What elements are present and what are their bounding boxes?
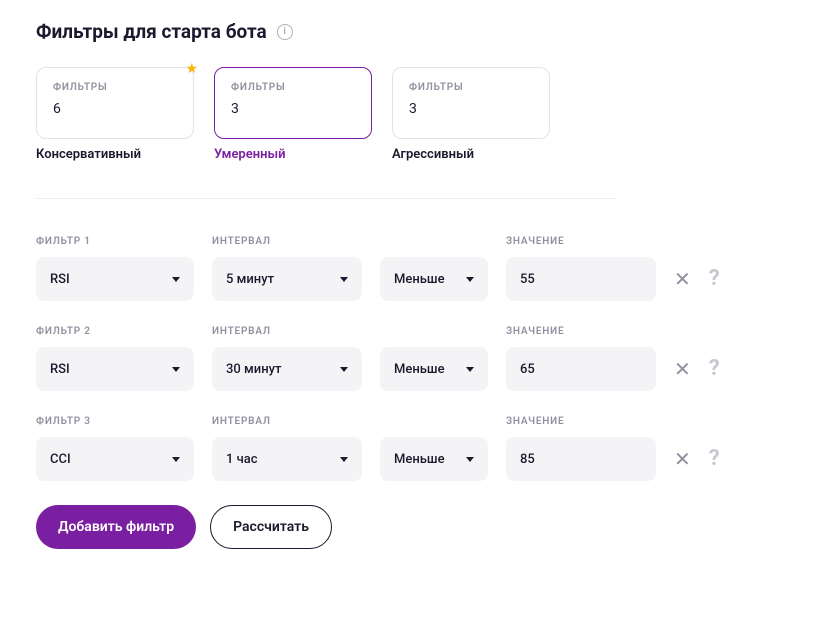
interval-value: 5 минут: [226, 272, 340, 287]
help-icon[interactable]: ?: [709, 448, 720, 470]
indicator-select[interactable]: RSI: [36, 257, 194, 301]
chevron-down-icon: [172, 277, 180, 282]
value-label: ЗНАЧЕНИЕ: [506, 236, 656, 247]
preset-card: ФИЛЬТРЫ 3: [214, 67, 372, 139]
value-label: ЗНАЧЕНИЕ: [506, 416, 656, 427]
condition-value: Меньше: [394, 452, 466, 467]
chevron-down-icon: [340, 367, 348, 372]
value-input[interactable]: [506, 347, 656, 391]
preset-count: 3: [409, 101, 533, 117]
spacer: [380, 325, 488, 337]
preset-name: Консервативный: [36, 147, 194, 162]
chevron-down-icon: [172, 457, 180, 462]
preset-aggressive[interactable]: ФИЛЬТРЫ 3 Агрессивный: [392, 67, 550, 162]
preset-count: 3: [231, 101, 355, 117]
interval-select[interactable]: 5 минут: [212, 257, 362, 301]
preset-card: ФИЛЬТРЫ 3: [392, 67, 550, 139]
preset-name: Агрессивный: [392, 147, 550, 162]
close-icon[interactable]: ✕: [674, 269, 691, 289]
add-filter-button[interactable]: Добавить фильтр: [36, 505, 196, 549]
preset-card: ★ ФИЛЬТРЫ 6: [36, 67, 194, 139]
chevron-down-icon: [172, 367, 180, 372]
interval-label: ИНТЕРВАЛ: [212, 236, 362, 247]
preset-name: Умеренный: [214, 147, 372, 162]
interval-select[interactable]: 1 час: [212, 437, 362, 481]
actions: Добавить фильтр Рассчитать: [36, 505, 777, 549]
interval-value: 1 час: [226, 452, 340, 467]
chevron-down-icon: [466, 277, 474, 282]
indicator-select[interactable]: CCI: [36, 437, 194, 481]
chevron-down-icon: [340, 457, 348, 462]
interval-label: ИНТЕРВАЛ: [212, 416, 362, 427]
value-label: ЗНАЧЕНИЕ: [506, 326, 656, 337]
interval-label: ИНТЕРВАЛ: [212, 326, 362, 337]
filter-row: ФИЛЬТР 2 RSI ИНТЕРВАЛ 30 минут Меньше ЗН…: [36, 325, 777, 391]
indicator-value: CCI: [50, 452, 172, 467]
condition-select[interactable]: Меньше: [380, 257, 488, 301]
condition-value: Меньше: [394, 362, 466, 377]
value-input[interactable]: [506, 257, 656, 301]
indicator-value: RSI: [50, 362, 172, 377]
filter-row: ФИЛЬТР 3 CCI ИНТЕРВАЛ 1 час Меньше ЗНАЧЕ…: [36, 415, 777, 481]
info-icon[interactable]: i: [277, 24, 293, 40]
preset-filters-label: ФИЛЬТРЫ: [53, 82, 177, 93]
filter-number-label: ФИЛЬТР 3: [36, 416, 194, 427]
page-title: Фильтры для старта бота: [36, 20, 267, 43]
close-icon[interactable]: ✕: [674, 359, 691, 379]
chevron-down-icon: [466, 367, 474, 372]
preset-moderate[interactable]: ФИЛЬТРЫ 3 Умеренный: [214, 67, 372, 162]
divider: [36, 198, 616, 199]
close-icon[interactable]: ✕: [674, 449, 691, 469]
page-header: Фильтры для старта бота i: [36, 20, 777, 43]
condition-value: Меньше: [394, 272, 466, 287]
value-input[interactable]: [506, 437, 656, 481]
star-icon: ★: [185, 61, 198, 77]
interval-value: 30 минут: [226, 362, 340, 377]
filter-row: ФИЛЬТР 1 RSI ИНТЕРВАЛ 5 минут Меньше ЗНА…: [36, 235, 777, 301]
filter-number-label: ФИЛЬТР 1: [36, 236, 194, 247]
preset-filters-label: ФИЛЬТРЫ: [231, 82, 355, 93]
preset-conservative[interactable]: ★ ФИЛЬТРЫ 6 Консервативный: [36, 67, 194, 162]
help-icon[interactable]: ?: [709, 358, 720, 380]
preset-count: 6: [53, 101, 177, 117]
indicator-select[interactable]: RSI: [36, 347, 194, 391]
indicator-value: RSI: [50, 272, 172, 287]
preset-filters-label: ФИЛЬТРЫ: [409, 82, 533, 93]
condition-select[interactable]: Меньше: [380, 347, 488, 391]
filter-number-label: ФИЛЬТР 2: [36, 326, 194, 337]
calculate-button[interactable]: Рассчитать: [210, 505, 332, 549]
spacer: [380, 415, 488, 427]
chevron-down-icon: [340, 277, 348, 282]
interval-select[interactable]: 30 минут: [212, 347, 362, 391]
condition-select[interactable]: Меньше: [380, 437, 488, 481]
preset-list: ★ ФИЛЬТРЫ 6 Консервативный ФИЛЬТРЫ 3 Уме…: [36, 67, 777, 162]
help-icon[interactable]: ?: [709, 268, 720, 290]
spacer: [380, 235, 488, 247]
chevron-down-icon: [466, 457, 474, 462]
